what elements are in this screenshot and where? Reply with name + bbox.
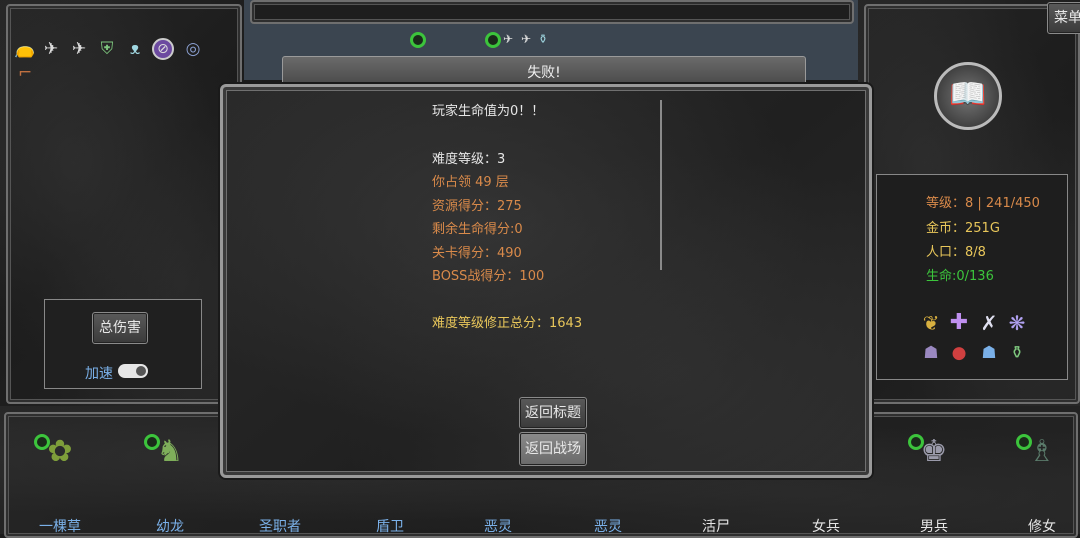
result-message: 玩家生命值为0！！ [432,104,545,119]
bomb-icon[interactable]: ● [948,342,970,364]
unit-name: 男兵 [920,519,948,535]
unit-ready-indicator [144,434,160,450]
return-battle-button[interactable]: 返回战场 [519,432,587,466]
feather-icon[interactable]: ✈ [40,38,62,60]
result-title: 失败! [527,65,561,81]
unit-slot[interactable]: ♚ 男兵 [894,430,974,535]
dialog-divider [660,100,662,270]
status-ring-indicator [485,32,501,48]
unit-ready-indicator [34,434,50,450]
book-icon[interactable]: 📖 [934,62,1002,130]
unit-name: 一棵草 [39,519,81,535]
level-stat: 等级：8 | 241/450 [926,196,1040,211]
unit-slot[interactable]: ✿ 一棵草 [20,430,100,535]
unit-ready-indicator [1016,434,1032,450]
life-score: 剩余生命得分:0 [432,222,523,237]
speed-toggle[interactable] [118,364,148,378]
unit-ready-indicator [908,434,924,450]
total-damage-button[interactable]: 总伤害 [92,312,148,344]
top-center-inner [250,0,854,24]
slash-icon[interactable]: ❋ [1006,312,1028,334]
floor-line: 你占领 49 层 [432,175,509,190]
stage-score: 关卡得分：490 [432,246,522,261]
sack-icon[interactable]: 👝 [14,38,36,60]
status-ring-indicator [410,32,426,48]
speed-toggle-knob [136,366,146,376]
unit-name: 恶灵 [594,519,622,535]
wheat-icon[interactable]: ❦ [920,312,942,334]
menu-button[interactable]: 菜单 [1047,2,1080,34]
gold-stat: 金币：251G [926,221,1000,236]
total-score: 难度等级修正总分：1643 [432,316,583,331]
cancel-orb-icon[interactable]: ⊘ [152,38,174,60]
unit-name: 女兵 [812,519,840,535]
elixir-icon[interactable]: ⚱ [1006,342,1028,364]
boss-score: BOSS战得分：100 [432,269,545,284]
unit-name: 盾卫 [376,519,404,535]
unit-name: 幼龙 [156,519,184,535]
ring-icon[interactable]: ◎ [182,38,204,60]
ghost-icon[interactable]: ☗ [920,342,942,364]
return-title-button[interactable]: 返回标题 [519,397,587,429]
holy-cross-icon[interactable]: ✚ [948,312,970,334]
unit-slot[interactable]: ♞ 幼龙 [130,430,210,535]
feather-icon[interactable]: ✈ [68,38,90,60]
boot-icon[interactable]: ⌐ [14,62,36,84]
unit-slot[interactable]: ♗ 修女 [1002,430,1080,535]
difficulty-line: 难度等级：3 [432,152,506,167]
population-stat: 人口：8/8 [926,245,986,260]
unit-name: 活尸 [702,519,730,535]
unit-name: 恶灵 [484,519,512,535]
speed-label: 加速 [85,366,113,382]
resource-score: 资源得分：275 [432,199,522,214]
life-stat: 生命:0/136 [926,269,994,284]
amulet-icon[interactable]: ᴥ [124,38,146,60]
mana-icon[interactable]: ☗ [978,342,1000,364]
potion-icon: ⚱ [538,32,549,46]
feather-icon: ✈ [503,32,514,46]
unit-name: 修女 [1028,519,1056,535]
unit-name: 圣职者 [259,519,301,535]
blade-icon[interactable]: ✗ [978,312,1000,334]
feather-icon: ✈ [521,32,532,46]
shield-icon[interactable]: ⛨ [96,38,118,60]
